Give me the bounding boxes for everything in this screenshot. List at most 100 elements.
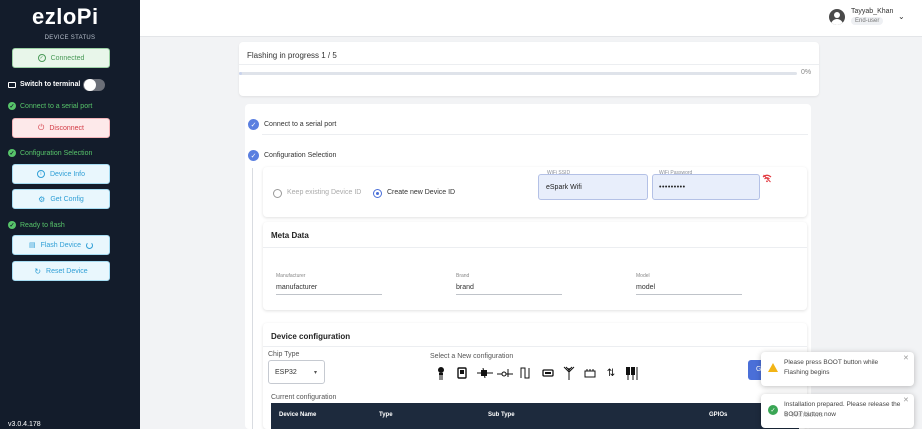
switch-terminal: Switch to terminal (8, 81, 80, 88)
pwm-icon[interactable] (519, 365, 533, 381)
close-icon[interactable]: ✕ (903, 396, 909, 404)
check-icon: ✓ (8, 149, 16, 157)
device-info-button[interactable]: i Device Info (12, 164, 110, 184)
check-icon: ✓ (248, 150, 259, 161)
flash-device-label: Flash Device (40, 241, 82, 249)
column-gpios: GPIOs (709, 412, 728, 418)
close-icon[interactable]: ✕ (903, 354, 909, 362)
wifi-password-label: WiFi Password (659, 170, 693, 176)
check-circle-icon: ✓ (37, 54, 46, 62)
step-connector-line (252, 168, 253, 429)
step-ready-flash-label: Ready to flash (20, 221, 65, 229)
windows-activation-watermark: e Windows (784, 410, 824, 419)
top-header (140, 0, 922, 37)
device-info-label: Device Info (49, 170, 86, 178)
user-avatar-icon[interactable] (829, 9, 845, 25)
brand-label: Brand (456, 273, 470, 279)
toast-message: Please press BOOT button while Flashing … (784, 359, 879, 376)
spinner-icon (86, 241, 94, 249)
step-connect-serial-label: Connect to a serial port (20, 102, 93, 110)
caret-down-icon: ▾ (314, 370, 318, 376)
version-label: v3.0.4.178 (8, 421, 41, 428)
reset-device-button[interactable]: ↻ Reset Device (12, 261, 110, 281)
chip-type-label: Chip Type (268, 351, 300, 358)
get-config-button[interactable]: ⚙ Get Config (12, 189, 110, 209)
terminal-toggle[interactable] (83, 79, 105, 91)
chevron-down-icon[interactable]: ⌄ (898, 12, 905, 21)
model-underline (636, 294, 742, 295)
device-configuration-title: Device configuration (271, 332, 351, 341)
model-label: Model (636, 273, 650, 279)
swap-arrows-icon[interactable]: ⇅ (604, 365, 618, 381)
step-config-selection-label: Configuration Selection (20, 149, 93, 157)
terminal-icon (8, 81, 16, 88)
column-sub-type: Sub Type (488, 412, 515, 418)
antenna-icon[interactable] (562, 365, 576, 381)
wifi-ssid-label: WiFi SSID (547, 170, 571, 176)
user-role-badge: End-user (851, 17, 884, 25)
divider (263, 247, 807, 248)
app-logo: ezloPi (32, 4, 99, 29)
sensor-module-icon[interactable] (583, 365, 597, 381)
new-config-label: Select a New configuration (430, 353, 514, 360)
connected-button[interactable]: ✓ Connected (12, 48, 110, 68)
column-type: Type (379, 412, 393, 418)
power-icon: ⏻ (38, 123, 45, 132)
analog-input-icon[interactable] (476, 365, 494, 381)
keep-existing-radio[interactable] (273, 189, 282, 198)
meta-data-card (263, 222, 807, 310)
relay-module-icon[interactable] (625, 365, 639, 381)
disconnect-label: Disconnect (49, 124, 84, 132)
brand-input[interactable]: brand (456, 284, 474, 291)
flash-progress-card: Flashing in progress 1 / 5 0% (239, 42, 819, 96)
flash-device-button[interactable]: ▤ Flash Device (12, 235, 110, 255)
wifi-off-icon (762, 174, 772, 185)
toast-boot-warning: Please press BOOT button while Flashing … (761, 352, 914, 386)
manufacturer-input[interactable]: manufacturer (276, 284, 317, 291)
switch-terminal-label: Switch to terminal (20, 81, 81, 88)
digital-output-icon[interactable] (455, 365, 469, 381)
check-icon: ✓ (8, 102, 16, 110)
get-config-label: Get Config (50, 195, 84, 203)
manufacturer-label: Manufacturer (276, 273, 306, 279)
create-new-radio[interactable] (373, 189, 382, 198)
wifi-password-value: ••••••••• (659, 184, 686, 191)
step-config-selection-row[interactable]: ✓ Configuration Selection (248, 150, 336, 161)
reset-device-label: Reset Device (46, 267, 88, 275)
step-connect-serial-row[interactable]: ✓ Connect to a serial port (248, 119, 336, 130)
check-icon: ✓ (8, 221, 16, 229)
check-circle-icon: ✓ (768, 405, 778, 415)
progress-bar (239, 72, 797, 75)
current-config-label: Current configuration (271, 394, 337, 401)
keep-existing-label: Keep existing Device ID (287, 189, 362, 196)
connected-label: Connected (50, 54, 85, 62)
step-label: Connect to a serial port (264, 121, 337, 128)
analog-output-icon[interactable] (497, 365, 513, 381)
divider (239, 64, 819, 65)
info-icon: i (36, 170, 45, 178)
warning-icon (768, 363, 778, 372)
step-ready-flash: ✓ Ready to flash (8, 221, 65, 229)
step-config-selection: ✓ Configuration Selection (8, 149, 92, 157)
step-label: Configuration Selection (264, 152, 337, 159)
progress-percent: 0% (801, 69, 812, 76)
device-status-label: DEVICE STATUS (44, 35, 96, 41)
gear-icon: ⚙ (38, 194, 46, 204)
brand-underline (456, 294, 562, 295)
sidebar: ezloPi DEVICE STATUS ✓ Connected Switch … (0, 0, 140, 429)
flash-progress-title: Flashing in progress 1 / 5 (247, 51, 337, 60)
create-new-label: Create new Device ID (387, 189, 456, 196)
model-input[interactable]: model (636, 284, 655, 291)
uart-icon[interactable] (541, 365, 555, 381)
user-name[interactable]: Tayyab_Khan (851, 8, 893, 15)
column-device-name: Device Name (279, 412, 317, 418)
flash-icon: ▤ (28, 242, 36, 249)
step-connect-serial: ✓ Connect to a serial port (8, 102, 92, 110)
divider (263, 346, 807, 347)
manufacturer-underline (276, 294, 382, 295)
wifi-ssid-value: eSpark Wifi (546, 184, 582, 191)
meta-data-title: Meta Data (271, 231, 309, 240)
digital-input-icon[interactable] (434, 365, 448, 381)
progress-fill (239, 72, 242, 75)
disconnect-button[interactable]: ⏻ Disconnect (12, 118, 110, 138)
